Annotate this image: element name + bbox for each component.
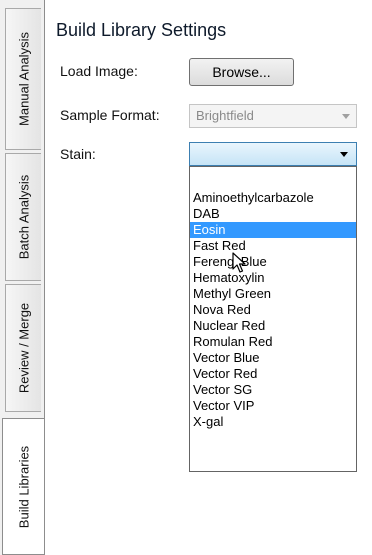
stain-option[interactable]: Ferengi Blue [190, 254, 356, 270]
sample-format-label: Sample Format: [60, 107, 160, 123]
stain-option[interactable]: Fast Red [190, 238, 356, 254]
stain-option[interactable]: Aminoethylcarbazole [190, 190, 356, 206]
stain-option[interactable]: Vector Red [190, 366, 356, 382]
stain-option[interactable]: Nova Red [190, 302, 356, 318]
chevron-down-icon[interactable] [340, 152, 348, 157]
stain-option[interactable]: Romulan Red [190, 334, 356, 350]
tab-review-merge[interactable]: Review / Merge [5, 284, 41, 412]
sample-format-select: Brightfield [189, 104, 357, 128]
tab-label: Review / Merge [16, 302, 31, 394]
stain-option[interactable]: Vector SG [190, 382, 356, 398]
stain-select[interactable] [189, 142, 357, 166]
tab-manual-analysis[interactable]: Manual Analysis [5, 8, 41, 150]
stain-option[interactable]: X-gal [190, 414, 356, 430]
stain-dropdown-list[interactable]: Aminoethylcarbazole DAB Eosin Fast Red Feren… [189, 166, 357, 472]
stain-option[interactable]: Vector VIP [190, 398, 356, 414]
tab-label: Batch Analysis [16, 174, 31, 260]
stain-label: Stain: [60, 146, 96, 162]
settings-panel: Build Library Settings Load Image: Brows… [44, 0, 372, 555]
vertical-tab-strip: Manual Analysis Batch Analysis Review / … [0, 0, 44, 555]
tab-build-libraries[interactable]: Build Libraries [2, 418, 44, 555]
chevron-down-icon [342, 114, 350, 119]
page-title: Build Library Settings [56, 20, 227, 40]
browse-button[interactable]: Browse... [189, 58, 294, 86]
tab-batch-analysis[interactable]: Batch Analysis [5, 153, 41, 281]
stain-option[interactable]: Nuclear Red [190, 318, 356, 334]
tab-label: Manual Analysis [16, 32, 31, 126]
tab-label: Build Libraries [16, 445, 31, 528]
stain-option[interactable]: Hematoxylin [190, 270, 356, 286]
stain-option[interactable]: DAB [190, 206, 356, 222]
stain-option[interactable]: Eosin [190, 222, 356, 238]
mouse-pointer-icon [232, 252, 246, 273]
stain-option[interactable]: Vector Blue [190, 350, 356, 366]
sample-format-value: Brightfield [196, 108, 254, 123]
stain-option[interactable]: Methyl Green [190, 286, 356, 302]
load-image-label: Load Image: [60, 63, 138, 79]
